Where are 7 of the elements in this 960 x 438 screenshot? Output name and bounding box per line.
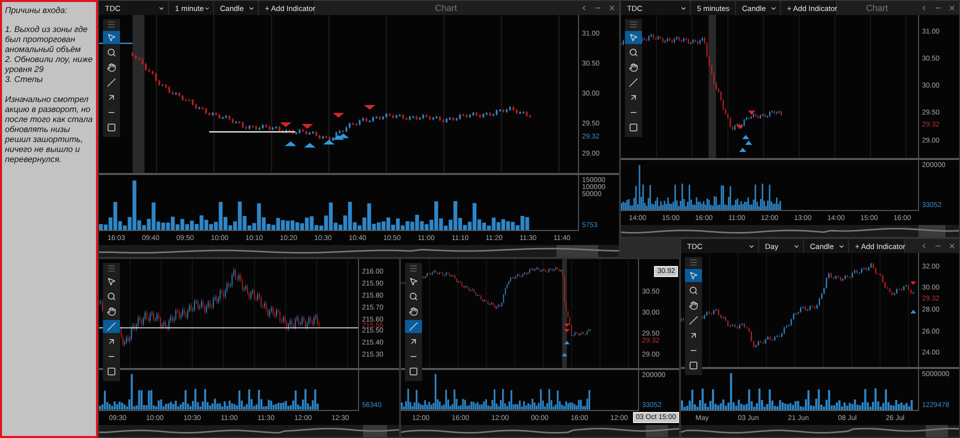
reason-text: 2. Обновили лоу, ниже уровня 29 xyxy=(5,54,93,74)
comment-text: Изначально смотрел акцию в разворот, но после того как стала обновлять низы решил зашортить, ничего не вышло и перевернулся. xyxy=(5,94,93,164)
window-title: Chart xyxy=(434,3,458,13)
reason-text: 3. Степы xyxy=(5,74,44,85)
window-title: Chart xyxy=(864,3,889,13)
notes-title: Причины входа: xyxy=(5,5,68,16)
reason-text: 1. Выход из зоны где был проторгован аномальный объём xyxy=(5,24,89,54)
